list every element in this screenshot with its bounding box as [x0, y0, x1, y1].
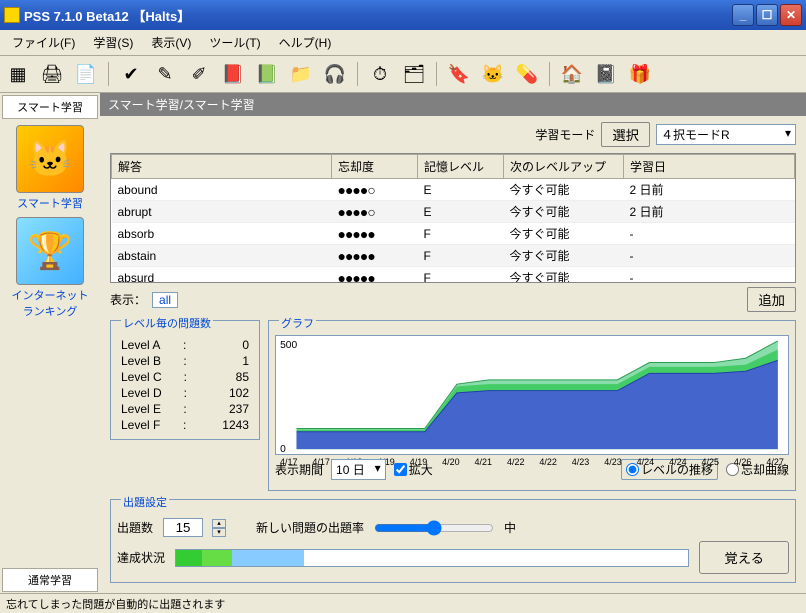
table-row[interactable]: abrupt●●●●○E今すぐ可能2 日前 [112, 201, 795, 223]
menu-help[interactable]: ヘルプ(H) [271, 32, 340, 53]
menu-file[interactable]: ファイル(F) [4, 32, 83, 53]
count-label: 出題数 [117, 519, 153, 536]
tool-pencil1-icon[interactable]: ✎ [151, 60, 179, 88]
svg-text:500: 500 [280, 340, 297, 351]
level-row: Level F:1243 [117, 417, 253, 433]
word-table[interactable]: 解答 忘却度 記憶レベル 次のレベルアップ 学習日 abound●●●●○E今す… [110, 153, 796, 283]
chart-area: 500 0 4/174/174/184/194/194/204/214/224/… [275, 335, 789, 455]
tool-check-icon[interactable]: ✔ [117, 60, 145, 88]
tool-doc-icon[interactable]: 📄 [72, 60, 100, 88]
menu-study[interactable]: 学習(S) [85, 32, 141, 53]
col-next[interactable]: 次のレベルアップ [504, 155, 624, 179]
tool-audio-icon[interactable]: 🎧 [321, 60, 349, 88]
progress-bar [175, 549, 689, 567]
display-all-button[interactable]: all [152, 292, 178, 308]
tool-grid-icon[interactable]: ▦ [4, 60, 32, 88]
tool-pencil2-icon[interactable]: ✐ [185, 60, 213, 88]
breadcrumb: スマート学習/スマート学習 [100, 93, 806, 116]
tool-home-icon[interactable]: 🏠 [558, 60, 586, 88]
sidebar-item-ranking[interactable]: 🏆 インターネット ランキング [2, 217, 98, 319]
count-up[interactable]: ▴ [212, 519, 226, 528]
level-row: Level D:102 [117, 385, 253, 401]
level-row: Level E:237 [117, 401, 253, 417]
tool-passport-icon[interactable]: 📓 [592, 60, 620, 88]
progress-label: 達成状況 [117, 549, 165, 566]
tool-timer-icon[interactable]: ⏱ [366, 60, 394, 88]
minimize-button[interactable]: _ [732, 4, 754, 26]
table-row[interactable]: absurd●●●●●F今すぐ可能- [112, 267, 795, 284]
window-title: PSS 7.1.0 Beta12 【Halts】 [24, 6, 732, 25]
count-input[interactable] [163, 518, 203, 537]
graph-title: グラフ [279, 315, 316, 331]
sidebar-tab-smart[interactable]: スマート学習 [2, 95, 98, 119]
display-label: 表示： [110, 291, 146, 308]
study-button[interactable]: 覚える [699, 541, 789, 574]
mode-select[interactable]: ４択モードR [656, 124, 796, 145]
period-select[interactable]: 10 日 [331, 459, 386, 480]
level-row: Level C:85 [117, 369, 253, 385]
add-button[interactable]: 追加 [747, 287, 796, 312]
close-button[interactable]: ✕ [780, 4, 802, 26]
tool-print-icon[interactable]: 🖨 [38, 60, 66, 88]
col-memory[interactable]: 記憶レベル [418, 155, 504, 179]
app-icon [4, 7, 20, 23]
newrate-value: 中 [504, 519, 516, 536]
select-mode-button[interactable]: 選択 [601, 122, 650, 147]
table-row[interactable]: abstain●●●●●F今すぐ可能- [112, 245, 795, 267]
tool-folder-icon[interactable]: 📁 [287, 60, 315, 88]
quiz-title: 出題設定 [121, 494, 169, 510]
col-answer[interactable]: 解答 [112, 155, 332, 179]
count-down[interactable]: ▾ [212, 528, 226, 537]
tool-book1-icon[interactable]: 📕 [219, 60, 247, 88]
tool-stamp-icon[interactable]: 🔖 [445, 60, 473, 88]
tool-cards-icon[interactable]: 🗂 [400, 60, 428, 88]
tool-cat-icon[interactable]: 🐱 [479, 60, 507, 88]
sidebar-item-smart[interactable]: 🐱 スマート学習 [2, 125, 98, 211]
level-row: Level A:0 [117, 337, 253, 353]
tool-book2-icon[interactable]: 📗 [253, 60, 281, 88]
tool-pill-icon[interactable]: 💊 [513, 60, 541, 88]
level-row: Level B:1 [117, 353, 253, 369]
svg-text:0: 0 [280, 444, 286, 454]
col-forget[interactable]: 忘却度 [332, 155, 418, 179]
newrate-label: 新しい問題の出題率 [256, 519, 364, 536]
maximize-button[interactable]: ☐ [756, 4, 778, 26]
levels-title: レベル毎の問題数 [121, 315, 213, 331]
menu-view[interactable]: 表示(V) [143, 32, 199, 53]
tool-gift-icon[interactable]: 🎁 [626, 60, 654, 88]
menu-tools[interactable]: ツール(T) [201, 32, 268, 53]
sidebar-tab-normal[interactable]: 通常学習 [2, 568, 98, 592]
mode-label: 学習モード [535, 126, 595, 143]
newrate-slider[interactable] [374, 520, 494, 536]
table-row[interactable]: absorb●●●●●F今すぐ可能- [112, 223, 795, 245]
sidebar-cat-icon: 🐱 [16, 125, 84, 193]
sidebar-ranking-icon: 🏆 [16, 217, 84, 285]
status-bar: 忘れてしまった問題が自動的に出題されます [0, 593, 806, 613]
table-row[interactable]: abound●●●●○E今すぐ可能2 日前 [112, 179, 795, 201]
col-date[interactable]: 学習日 [624, 155, 795, 179]
